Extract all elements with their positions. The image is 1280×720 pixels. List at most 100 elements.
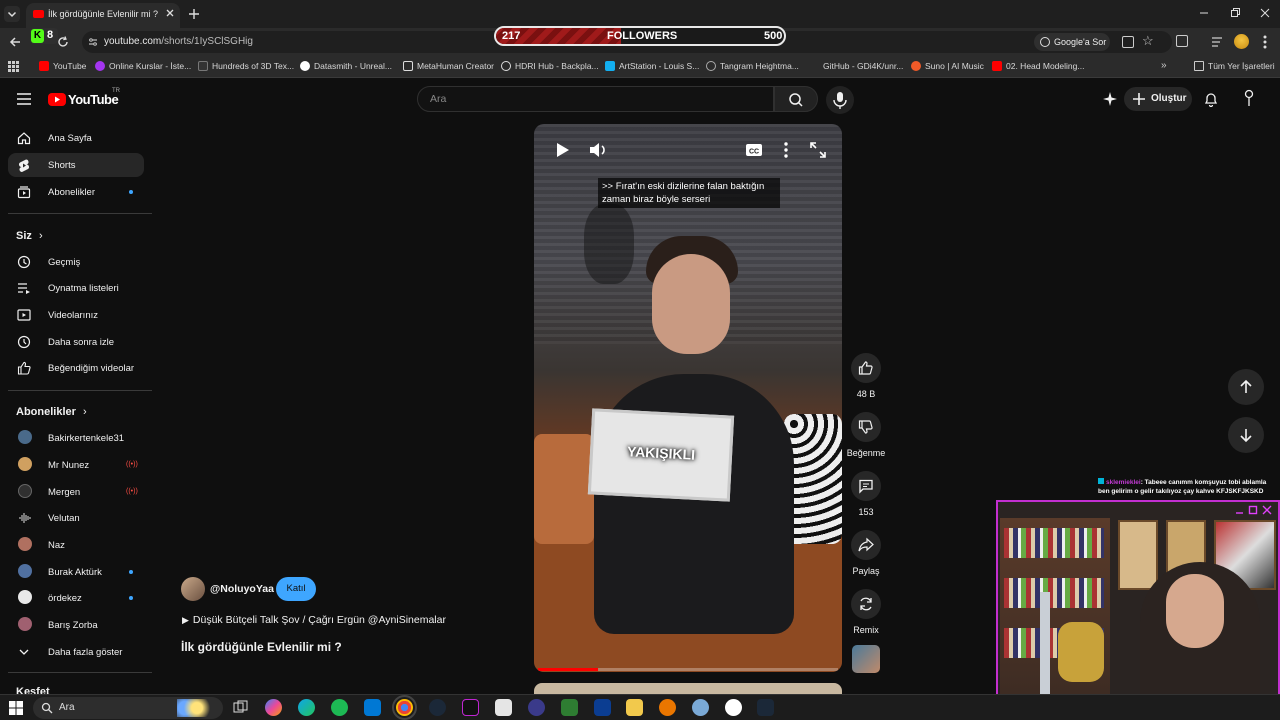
reading-list-icon[interactable] <box>1211 36 1223 48</box>
mail-app-icon[interactable] <box>364 699 381 716</box>
bookmark-item[interactable]: Online Kurslar - İste... <box>95 61 191 71</box>
sidebar-item-your-videos[interactable]: Videolarınız <box>8 303 144 327</box>
sidebar-item-history[interactable]: Geçmiş <box>8 250 144 274</box>
dislike-button[interactable] <box>851 412 881 442</box>
browser-menu-icon[interactable] <box>1263 34 1267 50</box>
sidebar-subscription-item[interactable]: Bakirkertenkele31 <box>8 426 144 450</box>
dislike-action[interactable]: Beğenme <box>840 412 892 458</box>
file-explorer-icon[interactable] <box>626 699 643 716</box>
google-ask-button[interactable]: Google'a Sor <box>1034 33 1110 51</box>
sound-thumbnail[interactable] <box>852 645 880 673</box>
extensions-puzzle-icon[interactable] <box>1176 35 1188 47</box>
volume-button[interactable] <box>586 138 610 162</box>
bookmark-item[interactable]: GitHub - GDi4K/unr... <box>823 61 903 71</box>
sidebar-subscription-item[interactable]: Mergen ((•)) <box>8 480 144 504</box>
sidebar-you-heading[interactable]: Siz › <box>16 230 43 242</box>
video-more-options-button[interactable] <box>774 138 798 162</box>
bookmark-item[interactable]: HDRI Hub - Backpla... <box>501 61 599 71</box>
obs-studio-icon[interactable] <box>725 699 742 716</box>
bookmark-item[interactable]: ArtStation - Louis S... <box>605 61 699 71</box>
excel-icon[interactable] <box>561 699 578 716</box>
steam-icon[interactable] <box>429 699 446 716</box>
inkscape-icon[interactable] <box>495 699 512 716</box>
hamburger-menu-icon[interactable] <box>17 93 31 105</box>
apps-grid-icon[interactable] <box>8 61 19 72</box>
bookmark-star-icon[interactable]: ☆ <box>1142 34 1156 48</box>
bookmark-item[interactable]: Tangram Heightma... <box>706 61 799 71</box>
play-button[interactable] <box>550 138 574 162</box>
join-button[interactable]: Katıl <box>276 577 316 601</box>
copilot-icon[interactable] <box>265 699 282 716</box>
sidebar-subscription-item[interactable]: Mr Nunez ((•)) <box>8 453 144 477</box>
search-input[interactable]: Ara <box>417 86 774 112</box>
back-arrow-icon[interactable] <box>8 35 22 49</box>
restore-window-icon[interactable] <box>1228 6 1242 20</box>
edge-browser-icon[interactable] <box>298 699 315 716</box>
more-bookmarks-chevron-icon[interactable]: » <box>1161 60 1167 71</box>
bookmark-item[interactable]: Hundreds of 3D Tex... <box>198 61 294 71</box>
extension-k-icon[interactable]: K 8 <box>30 28 58 44</box>
youtube-logo[interactable]: YouTube TR <box>48 88 128 108</box>
search-button[interactable] <box>774 86 818 112</box>
sidebar-subscription-item[interactable]: ördekez <box>8 586 144 610</box>
sidebar-item-watch-later[interactable]: Daha sonra izle <box>8 330 144 354</box>
windows-start-icon[interactable] <box>9 701 23 715</box>
remix-button[interactable] <box>851 589 881 619</box>
voice-search-button[interactable] <box>826 86 854 114</box>
task-view-icon[interactable] <box>232 699 249 716</box>
sidebar-subscription-item[interactable]: Burak Aktürk <box>8 560 144 584</box>
close-tab-icon[interactable] <box>164 7 176 19</box>
comments-button[interactable] <box>851 471 881 501</box>
share-button[interactable] <box>851 530 881 560</box>
channel-name[interactable]: @NoluyoYaa <box>210 583 274 595</box>
bookmark-item[interactable]: Datasmith - Unreal... <box>300 61 392 71</box>
create-button[interactable]: Oluştur <box>1124 87 1192 111</box>
all-bookmarks-folder[interactable]: Tüm Yer İşaretleri <box>1194 61 1275 71</box>
sidebar-item-liked-videos[interactable]: Beğendiğim videolar <box>8 356 144 380</box>
browser-tab-active[interactable]: İlk gördüğünle Evlenilir mi ? - Y <box>26 3 180 28</box>
photoshop-icon[interactable] <box>594 699 611 716</box>
chrome-browser-icon[interactable] <box>392 695 417 720</box>
next-short-button[interactable] <box>1228 417 1264 453</box>
sidebar-subscription-item[interactable]: Naz <box>8 533 144 557</box>
bookmark-item[interactable]: Suno | AI Music <box>911 61 984 71</box>
blender-icon[interactable] <box>659 699 676 716</box>
sidebar-subscription-item[interactable]: Barış Zorba <box>8 613 144 637</box>
account-avatar-icon[interactable] <box>1242 89 1256 107</box>
gemini-sparkle-icon[interactable] <box>1103 92 1117 106</box>
sidebar-item-shorts[interactable]: Shorts <box>8 153 144 177</box>
bookmark-item[interactable]: 02. Head Modeling... <box>992 61 1084 71</box>
vegas-pro-icon[interactable] <box>462 699 479 716</box>
short-video-player[interactable]: YAKIŞIKLI CC >> Fırat'ın eski dizilerine… <box>534 124 842 672</box>
reload-icon[interactable] <box>56 35 70 49</box>
discord-icon[interactable] <box>528 699 545 716</box>
steam-alt-icon[interactable] <box>757 699 774 716</box>
minimize-window-icon[interactable] <box>1197 6 1211 20</box>
settings-gear-icon[interactable] <box>692 699 709 716</box>
video-progress-bar[interactable] <box>538 668 838 671</box>
fullscreen-button[interactable] <box>806 138 830 162</box>
remix-action[interactable]: Remix <box>840 589 892 635</box>
bookmark-item[interactable]: YouTube <box>39 61 86 71</box>
sidebar-item-playlists[interactable]: Oynatma listeleri <box>8 276 144 300</box>
site-info-icon[interactable] <box>88 37 98 47</box>
sidebar-subscriptions-heading[interactable]: Abonelikler › <box>16 406 87 418</box>
close-window-icon[interactable] <box>1258 6 1272 20</box>
taskbar-search[interactable]: Ara <box>33 697 223 719</box>
profile-avatar[interactable] <box>1234 34 1249 49</box>
like-action[interactable]: 48 B <box>850 353 882 399</box>
like-button[interactable] <box>851 353 881 383</box>
previous-short-button[interactable] <box>1228 369 1264 405</box>
channel-avatar[interactable] <box>181 577 205 601</box>
notifications-bell-icon[interactable] <box>1203 91 1219 107</box>
sidebar-item-subscriptions[interactable]: Abonelikler <box>8 180 144 204</box>
sidebar-subscription-item[interactable]: Velutan <box>8 506 144 530</box>
captions-button[interactable]: CC <box>742 138 766 162</box>
playlist-link[interactable]: ▶ Düşük Bütçeli Talk Şov / Çağrı Ergün @A… <box>182 614 446 626</box>
spotify-icon[interactable] <box>331 699 348 716</box>
tab-search-icon[interactable] <box>4 6 20 22</box>
bookmark-item[interactable]: MetaHuman Creator <box>403 61 494 71</box>
new-tab-icon[interactable] <box>186 6 202 22</box>
sidebar-show-more[interactable]: Daha fazla göster <box>8 640 144 664</box>
install-app-icon[interactable] <box>1122 36 1134 48</box>
